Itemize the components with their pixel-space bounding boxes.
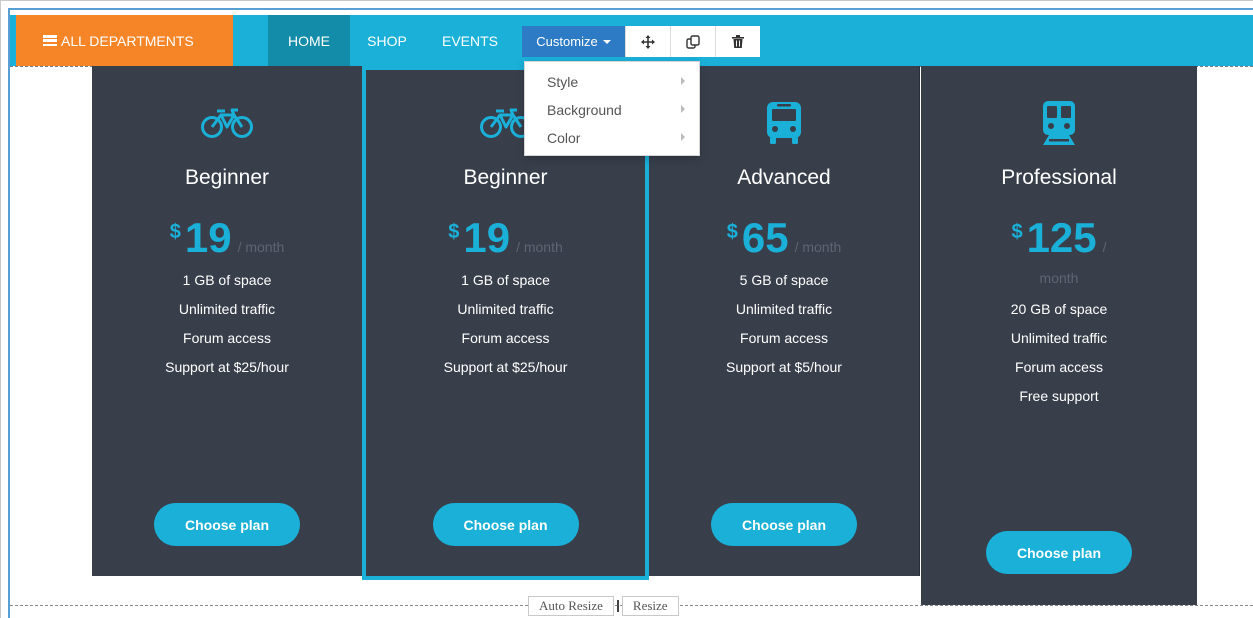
list-icon: [43, 35, 57, 46]
currency-symbol: $: [1011, 221, 1023, 243]
caret-down-icon: [602, 39, 611, 44]
feature-list: 20 GB of space Unlimited traffic Forum a…: [921, 295, 1197, 411]
resize-controls: Auto Resize Resize: [528, 596, 679, 616]
plan-price: $ 65 / month: [649, 214, 919, 262]
price-period: / month: [237, 239, 285, 255]
customize-button[interactable]: Customize: [522, 26, 625, 57]
train-icon: [921, 101, 1197, 145]
feature-item: Unlimited traffic: [1010, 330, 1108, 346]
element-toolbar: Customize: [522, 26, 760, 57]
chevron-right-icon: [681, 105, 685, 113]
bicycle-icon: [92, 104, 362, 142]
price-period: / month: [794, 239, 842, 255]
nav-shop[interactable]: SHOP: [350, 15, 424, 66]
price-period: / month: [516, 239, 563, 255]
choose-plan-button[interactable]: Choose plan: [711, 503, 857, 546]
choose-plan-button[interactable]: Choose plan: [986, 531, 1132, 574]
all-departments-button[interactable]: ALL DEPARTMENTS: [16, 15, 233, 66]
currency-symbol: $: [726, 221, 738, 243]
feature-item: Forum access: [461, 330, 550, 346]
trash-icon: [732, 35, 744, 48]
choose-plan-button[interactable]: Choose plan: [154, 503, 300, 546]
menu-item-color[interactable]: Color: [525, 124, 699, 152]
currency-symbol: $: [169, 221, 181, 243]
plan-title: Beginner: [184, 166, 270, 189]
feature-item: 5 GB of space: [739, 272, 829, 288]
chevron-right-icon: [681, 133, 685, 141]
feature-list: 5 GB of space Unlimited traffic Forum ac…: [649, 266, 919, 382]
feature-item: 1 GB of space: [182, 272, 272, 288]
menu-item-background[interactable]: Background: [525, 96, 699, 124]
price-amount: 19: [463, 214, 511, 261]
all-departments-label: ALL DEPARTMENTS: [61, 32, 194, 49]
plan-price: $ 125 /: [921, 214, 1197, 262]
auto-resize-button[interactable]: Auto Resize: [528, 596, 614, 616]
pricing-card-professional: Professional $ 125 / month 20 GB of spac…: [921, 66, 1197, 605]
price-amount: 125: [1026, 214, 1097, 261]
feature-item: Support at $25/hour: [165, 359, 289, 375]
feature-item: Support at $5/hour: [726, 359, 842, 375]
plan-price: $ 19 / month: [92, 214, 362, 262]
feature-item: Unlimited traffic: [735, 301, 833, 317]
menu-item-style[interactable]: Style: [525, 68, 699, 96]
currency-symbol: $: [448, 221, 460, 243]
feature-item: Forum access: [740, 330, 828, 346]
feature-item: Support at $25/hour: [443, 359, 568, 375]
duplicate-button[interactable]: [670, 26, 715, 57]
plan-title: Advanced: [737, 166, 831, 189]
feature-list: 1 GB of space Unlimited traffic Forum ac…: [92, 266, 362, 382]
choose-plan-button[interactable]: Choose plan: [432, 503, 579, 546]
selection-border-top: [8, 8, 1253, 10]
feature-item: 20 GB of space: [1010, 301, 1108, 317]
feature-item: Free support: [1019, 388, 1099, 404]
feature-item: 1 GB of space: [461, 272, 550, 288]
menu-item-label: Color: [547, 130, 581, 146]
resize-button[interactable]: Resize: [621, 596, 679, 616]
pricing-card-beginner: Beginner $ 19 / month 1 GB of space Unli…: [92, 66, 362, 576]
resize-handle[interactable]: [614, 596, 622, 616]
price-amount: 65: [741, 214, 789, 261]
move-button[interactable]: [625, 26, 670, 57]
feature-item: Unlimited traffic: [178, 301, 276, 317]
move-icon: [641, 34, 655, 49]
copy-icon: [686, 34, 700, 49]
feature-item: Forum access: [183, 330, 271, 346]
feature-list: 1 GB of space Unlimited traffic Forum ac…: [366, 266, 645, 382]
selection-border-left: [8, 8, 10, 618]
plan-title: Professional: [1001, 166, 1117, 189]
delete-button[interactable]: [715, 26, 760, 57]
menu-item-label: Background: [547, 102, 622, 118]
plan-price: $ 19 / month: [366, 214, 645, 262]
chevron-right-icon: [681, 77, 685, 85]
menu-item-label: Style: [547, 74, 579, 90]
feature-item: Forum access: [1015, 359, 1103, 375]
feature-item: Unlimited traffic: [457, 301, 554, 317]
customize-label: Customize: [536, 34, 598, 49]
price-amount: 19: [184, 214, 232, 261]
nav-events[interactable]: EVENTS: [424, 15, 516, 66]
price-period: /: [1102, 239, 1107, 255]
plan-title: Beginner: [463, 166, 548, 189]
price-period: month: [1039, 270, 1079, 286]
customize-menu: Style Background Color: [524, 61, 700, 156]
nav-home[interactable]: HOME: [268, 15, 350, 66]
